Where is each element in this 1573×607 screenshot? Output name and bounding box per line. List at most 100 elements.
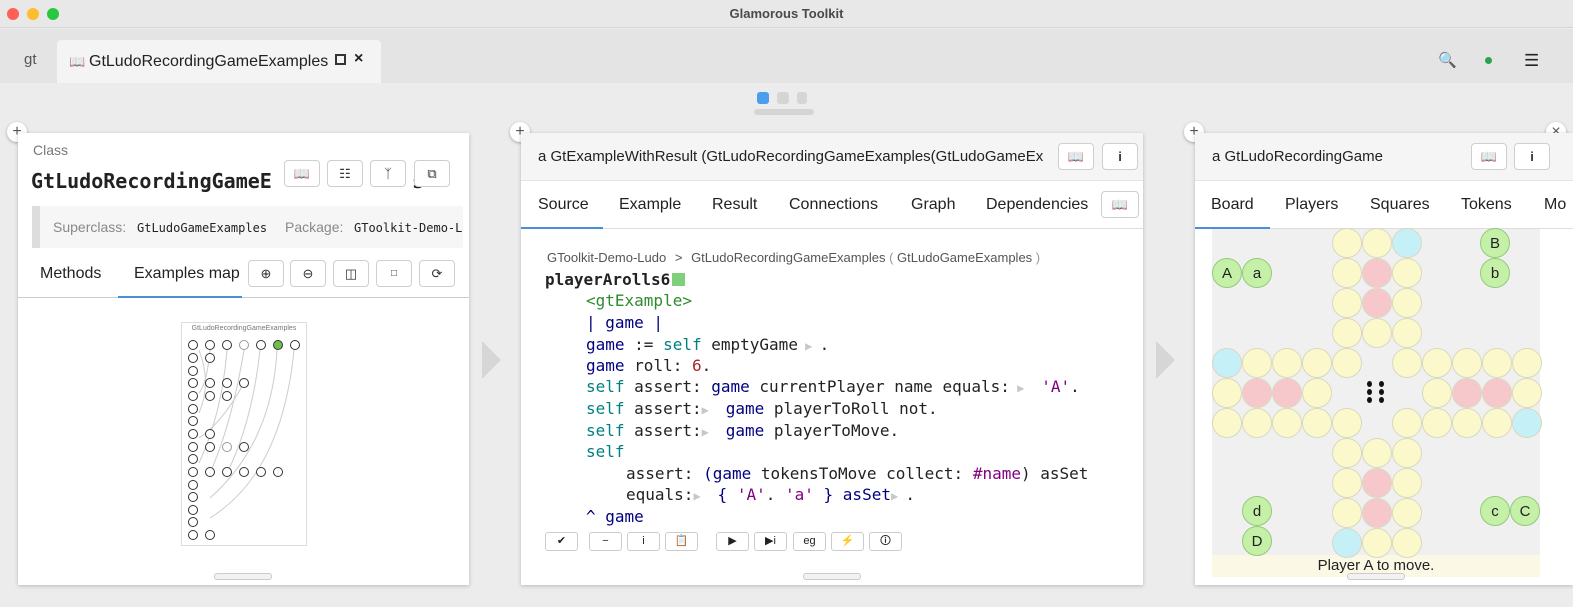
token-A[interactable]: A <box>1212 258 1242 288</box>
board-square <box>1392 348 1422 378</box>
zoom-in-button[interactable]: ⊕ <box>248 260 284 287</box>
board-square <box>1242 378 1272 408</box>
accept-button[interactable]: ✔ <box>545 532 578 551</box>
board-square <box>1482 348 1512 378</box>
token-B[interactable]: B <box>1480 228 1510 258</box>
discard-button[interactable]: − <box>589 532 622 551</box>
breadcrumb-package[interactable]: GToolkit-Demo-Ludo <box>547 250 666 265</box>
debug-button[interactable]: ⚡ <box>831 532 864 551</box>
board-square <box>1332 228 1362 258</box>
tab-result[interactable]: Result <box>712 196 757 214</box>
die-icon[interactable] <box>1360 376 1390 406</box>
tab-example[interactable]: Example <box>619 196 681 214</box>
info-icon[interactable]: i <box>1102 143 1138 170</box>
menu-icon[interactable]: ☰ <box>1524 51 1539 71</box>
status-dot-icon <box>1485 57 1492 64</box>
hierarchy-button[interactable]: ☷ <box>327 160 363 187</box>
tab-underline <box>118 296 242 298</box>
class-info-bar: Superclass: GtLudoGameExamples Package: … <box>32 206 463 248</box>
board-square <box>1512 378 1542 408</box>
board-square <box>1332 318 1362 348</box>
book-icon[interactable]: 📖 <box>1471 143 1507 170</box>
board-square <box>1422 378 1452 408</box>
refresh-button[interactable]: ⟳ <box>419 260 455 287</box>
code-line[interactable]: self assert:▶ game playerToRoll not. <box>586 398 938 421</box>
resize-handle[interactable] <box>214 573 272 580</box>
board-square <box>1362 228 1392 258</box>
resize-handle[interactable] <box>1347 573 1405 580</box>
tab-more[interactable]: Mo <box>1544 196 1566 214</box>
token-b[interactable]: b <box>1480 258 1510 288</box>
code-line[interactable]: self assert:▶ game playerToMove. <box>586 420 899 443</box>
copy-button[interactable]: ⧉ <box>414 160 450 187</box>
token-c[interactable]: c <box>1480 496 1510 526</box>
info-button[interactable]: 🛈 <box>869 532 902 551</box>
board-square <box>1332 438 1362 468</box>
board-square <box>1272 378 1302 408</box>
book-icon[interactable]: 📖 <box>1101 191 1139 218</box>
resize-handle[interactable] <box>803 573 861 580</box>
token-C[interactable]: C <box>1510 496 1540 526</box>
tab-dependencies[interactable]: Dependencies <box>986 196 1088 214</box>
token-a[interactable]: a <box>1242 258 1272 288</box>
page-indicator-3[interactable] <box>797 92 807 104</box>
tab-source[interactable]: Source <box>538 196 589 214</box>
tab-board[interactable]: Board <box>1211 196 1254 214</box>
close-window-button[interactable] <box>7 8 19 20</box>
tab-tokens[interactable]: Tokens <box>1461 196 1512 214</box>
tab-label: GtLudoRecordingGameExamples <box>89 53 329 70</box>
board-square <box>1212 408 1242 438</box>
zoom-out-button[interactable]: ⊖ <box>290 260 326 287</box>
gt-logo[interactable]: gt <box>24 51 37 68</box>
browse-button[interactable]: 📖 <box>284 160 320 187</box>
page-indicator-1[interactable] <box>757 92 769 104</box>
code-line[interactable]: self assert: game currentPlayer name equ… <box>586 376 1080 399</box>
board-square <box>1332 498 1362 528</box>
code-line[interactable]: equals:▶ { 'A'. 'a' } asSet▶ . <box>626 484 915 507</box>
info-icon[interactable]: i <box>1514 143 1550 170</box>
fit-button[interactable]: ◫ <box>333 260 369 287</box>
board-square <box>1242 348 1272 378</box>
close-icon[interactable]: × <box>354 50 363 68</box>
search-icon[interactable]: 🔍 <box>1438 51 1457 69</box>
run-button[interactable]: ▶ <box>716 532 749 551</box>
code-line[interactable]: ^ game <box>586 506 644 527</box>
book-icon[interactable]: 📖 <box>1058 143 1094 170</box>
tab-connections[interactable]: Connections <box>789 196 878 214</box>
token-D[interactable]: D <box>1242 526 1272 556</box>
code-line[interactable]: game roll: 6. <box>586 355 711 376</box>
tab-players[interactable]: Players <box>1285 196 1338 214</box>
branch-button[interactable]: ᛉ <box>370 160 406 187</box>
example-button[interactable]: eg <box>793 532 826 551</box>
board-square <box>1392 438 1422 468</box>
run-inspect-button[interactable]: ▶i <box>754 532 787 551</box>
package-link[interactable]: GToolkit-Demo-L <box>354 221 462 235</box>
code-line[interactable]: assert: (game tokensToMove collect: #nam… <box>626 463 1088 484</box>
board-square <box>1302 348 1332 378</box>
page-indicator-2[interactable] <box>777 92 789 104</box>
breadcrumb-class[interactable]: GtLudoRecordingGameExamples <box>691 250 885 265</box>
page-scrollbar[interactable] <box>754 109 814 115</box>
examples-map[interactable]: GtLudoRecordingGameExamples <box>181 322 307 546</box>
maximize-icon[interactable] <box>335 54 346 65</box>
tab-methods[interactable]: Methods <box>40 265 101 283</box>
class-name: GtLudoRecordingGameE <box>31 169 272 193</box>
actual-size-button[interactable]: □ <box>376 260 412 287</box>
minimize-window-button[interactable] <box>27 8 39 20</box>
method-name[interactable]: playerArolls6 <box>545 269 686 290</box>
zoom-window-button[interactable] <box>47 8 59 20</box>
superclass-link[interactable]: GtLudoGameExamples <box>137 221 267 235</box>
inspect-button[interactable]: i <box>627 532 660 551</box>
tab-examples-map[interactable]: Examples map <box>134 265 240 283</box>
breadcrumb-superclass[interactable]: GtLudoGameExamples <box>897 250 1032 265</box>
board-square <box>1392 318 1422 348</box>
code-line[interactable]: self <box>586 441 625 462</box>
clipboard-button[interactable]: 📋 <box>665 532 698 551</box>
code-line[interactable]: game := self emptyGame ▶ . <box>586 334 829 357</box>
tab-graph[interactable]: Graph <box>911 196 955 214</box>
token-d[interactable]: d <box>1242 496 1272 526</box>
pragma[interactable]: <gtExample> <box>586 290 692 311</box>
tab-examples[interactable]: 📖 GtLudoRecordingGameExamples × <box>57 40 381 83</box>
temporaries[interactable]: | game | <box>586 312 663 333</box>
tab-squares[interactable]: Squares <box>1370 196 1430 214</box>
